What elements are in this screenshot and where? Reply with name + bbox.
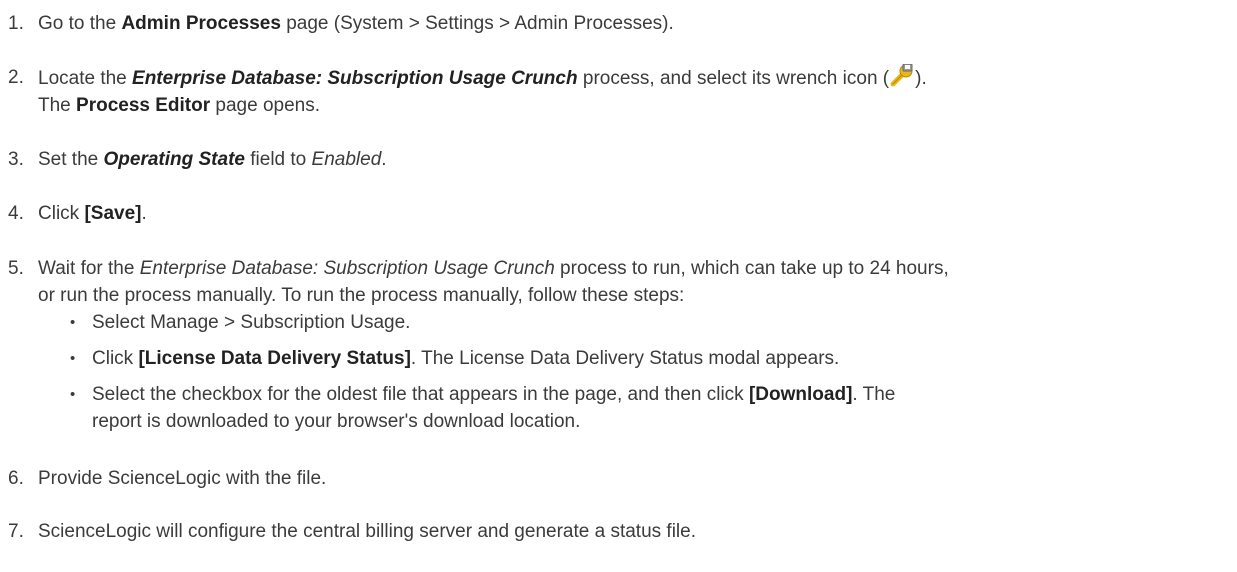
text-segment: Go to the — [38, 13, 122, 34]
step-number: 1. — [8, 13, 24, 34]
text-segment: Select the checkbox for the oldest file … — [92, 384, 749, 405]
step-text: Set the Operating State field to Enabled… — [38, 146, 1225, 173]
text-segment: Wait for the — [38, 258, 140, 279]
step-number: 2. — [8, 67, 24, 88]
text-segment: . — [381, 149, 387, 170]
process-name: Enterprise Database: Subscription Usage … — [139, 258, 555, 279]
text-segment: process to run, which can take up to 24 … — [554, 258, 949, 279]
bullet: • — [70, 350, 76, 367]
button-name-download: [Download] — [748, 384, 853, 405]
text-segment: report is downloaded to your browser's d… — [92, 411, 581, 432]
substep-text: Click [License Data Delivery Status]. Th… — [92, 345, 1220, 372]
text-segment: . The License Data Delivery Status modal… — [410, 348, 840, 369]
step-text: Wait for the Enterprise Database: Subscr… — [38, 255, 1225, 309]
text-segment: Locate the — [38, 68, 133, 89]
wrench-icon — [890, 63, 914, 88]
step-text: ScienceLogic will configure the central … — [38, 521, 696, 542]
text-segment: Click — [38, 203, 85, 224]
step-number: 6. — [8, 468, 24, 489]
text-segment: page opens. — [210, 95, 321, 116]
text-segment: . — [141, 203, 147, 224]
step-text: Go to the Admin Processes page (System >… — [38, 10, 1225, 37]
page-name-admin-processes: Admin Processes — [121, 13, 281, 34]
step-number: 4. — [8, 203, 24, 224]
procedure-document: 1. Go to the Admin Processes page (Syste… — [0, 0, 1237, 572]
substep-text: Select Manage > Subscription Usage. — [92, 312, 411, 333]
step-text: Locate the Enterprise Database: Subscrip… — [38, 63, 1225, 119]
text-segment: ). — [915, 68, 927, 89]
text-segment: Set the — [38, 149, 104, 170]
text-segment: Click — [92, 348, 139, 369]
step-number: 5. — [8, 258, 24, 279]
step-text: Provide ScienceLogic with the file. — [38, 468, 327, 489]
text-segment: page (System > Settings > Admin Processe… — [280, 13, 674, 34]
bullet: • — [70, 314, 76, 331]
text-segment: . The — [852, 384, 896, 405]
field-name-operating-state: Operating State — [103, 149, 245, 170]
substep-text: Select the checkbox for the oldest file … — [92, 381, 1220, 435]
text-segment: or run the process manually. To run the … — [38, 285, 685, 306]
field-value-enabled: Enabled — [311, 149, 382, 170]
process-name: Enterprise Database: Subscription Usage … — [132, 68, 578, 89]
step-number: 3. — [8, 149, 24, 170]
text-segment: The — [38, 95, 77, 116]
text-segment: process, and select its wrench icon ( — [577, 68, 890, 89]
step-number: 7. — [8, 521, 24, 542]
bullet: • — [70, 386, 76, 403]
page-name-process-editor: Process Editor — [76, 95, 211, 116]
step-text: Click [Save]. — [38, 200, 1225, 227]
text-segment: field to — [244, 149, 312, 170]
button-name-license-data-delivery-status: [License Data Delivery Status] — [138, 348, 411, 369]
button-name-save: [Save] — [84, 203, 142, 224]
